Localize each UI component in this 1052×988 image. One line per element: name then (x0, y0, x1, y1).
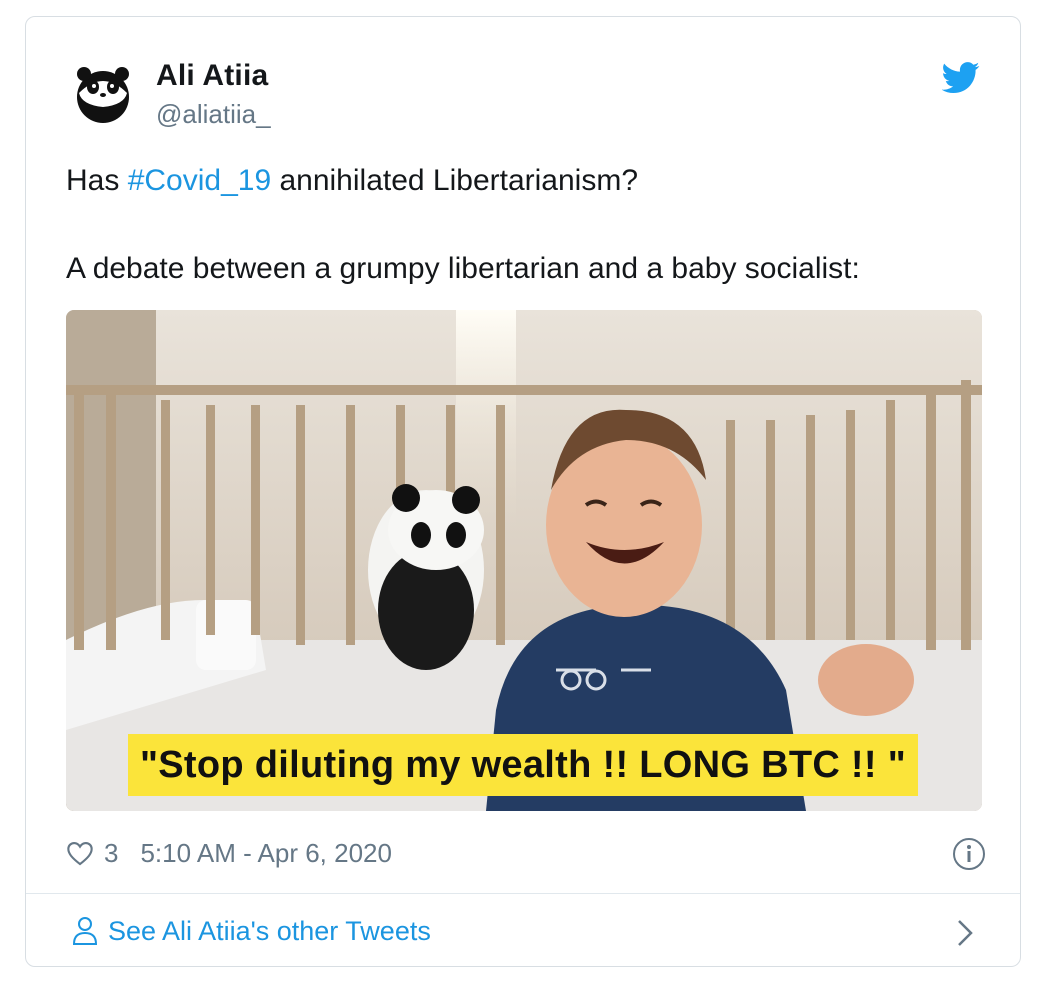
tweet-line-1: Has #Covid_19 annihilated Libertarianism… (66, 163, 986, 199)
footer[interactable]: See Ali Atiia's other Tweets (26, 894, 1020, 966)
tweet-meta: 3 5:10 AM - Apr 6, 2020 (66, 833, 986, 873)
tweet-text: Has #Covid_19 annihilated Libertarianism… (66, 163, 986, 287)
info-icon[interactable] (952, 837, 986, 871)
tweet-header: Ali Atiia @aliatiia_ (26, 17, 1020, 137)
author-handle[interactable]: @aliatiia_ (156, 99, 271, 130)
chevron-right-icon[interactable] (956, 918, 974, 948)
heart-icon[interactable] (66, 840, 94, 866)
author-name[interactable]: Ali Atiia (156, 59, 268, 93)
video-player[interactable]: "Stop diluting my wealth !! LONG BTC !! … (66, 310, 982, 811)
tweet-timestamp[interactable]: 5:10 AM - Apr 6, 2020 (140, 838, 392, 869)
tweet-text-suffix: annihilated Libertarianism? (271, 164, 639, 197)
tweet-text-prefix: Has (66, 164, 128, 197)
tweet-card: Ali Atiia @aliatiia_ Has #Covid_19 annih… (25, 16, 1021, 967)
twitter-bird-icon[interactable] (941, 61, 980, 95)
like-count[interactable]: 3 (104, 838, 118, 869)
tweet-line-2: A debate between a grumpy libertarian an… (66, 252, 860, 285)
avatar[interactable] (74, 63, 132, 125)
person-icon (72, 917, 98, 945)
see-other-tweets-link[interactable]: See Ali Atiia's other Tweets (108, 916, 431, 947)
video-caption: "Stop diluting my wealth !! LONG BTC !! … (128, 734, 918, 796)
hashtag-link[interactable]: #Covid_19 (128, 164, 271, 197)
